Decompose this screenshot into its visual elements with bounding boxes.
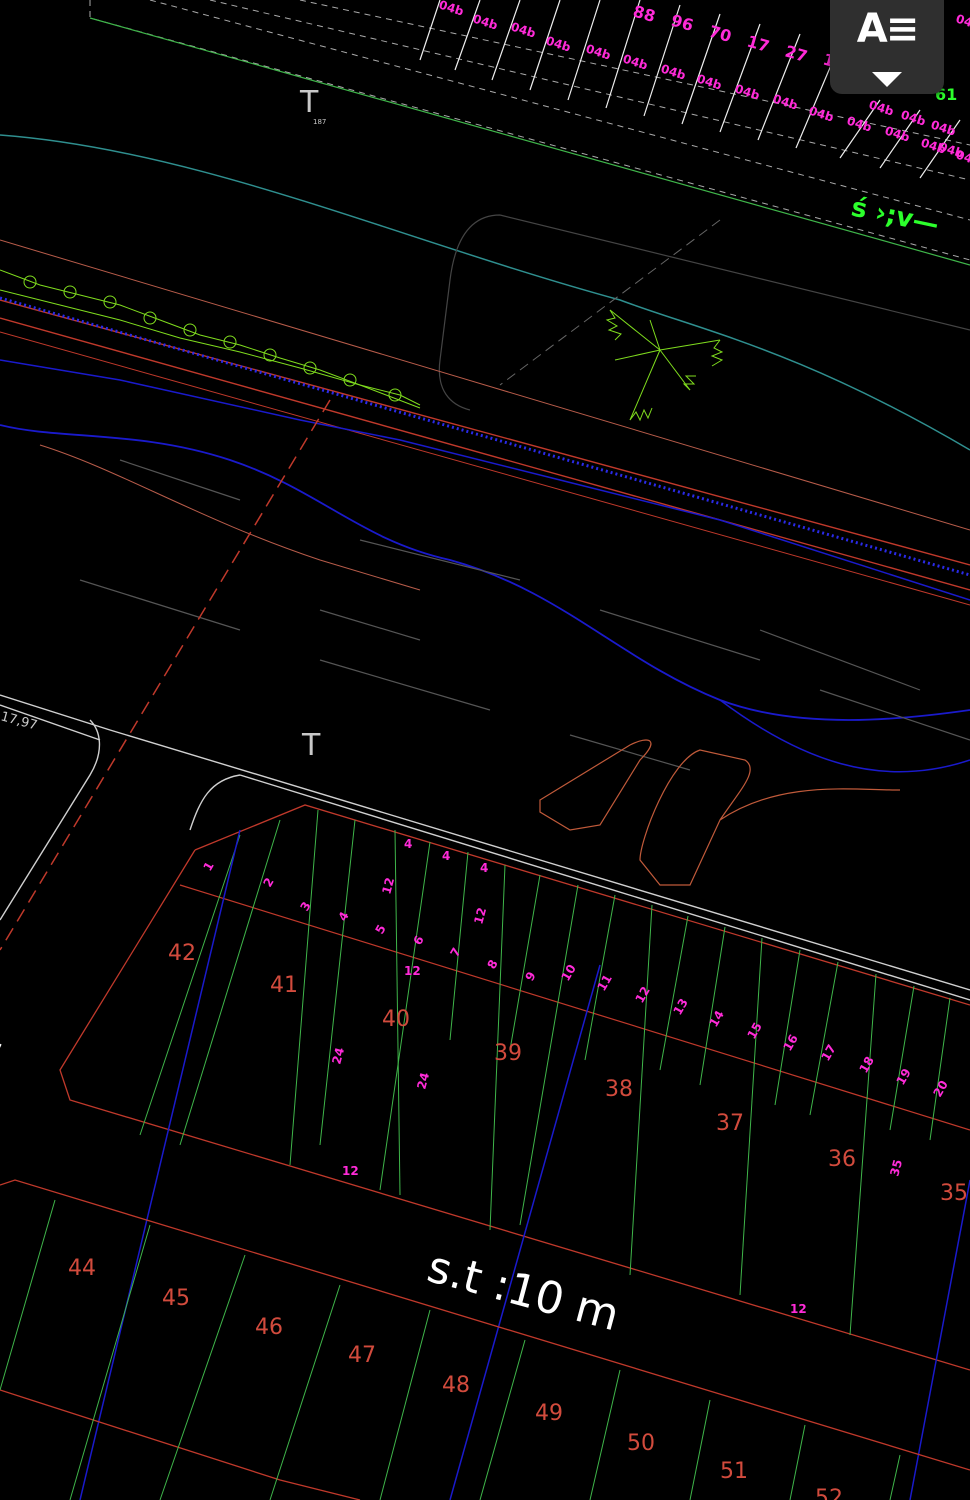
lot-number-label: 51 [720, 1459, 748, 1484]
lot-number-label: 13 [670, 996, 690, 1017]
palm-tree-symbol [605, 309, 724, 422]
cad-drawing-canvas[interactable]: 88 96 70 17 27 1 61 04b 04b 04b 04b 04b … [0, 0, 970, 1500]
dimension-label: 35 [887, 1158, 905, 1178]
dimension-label: 12 [342, 1164, 359, 1178]
pond-outline [539, 739, 901, 886]
small-code-label: 04b [659, 62, 688, 83]
lot-number-label: 18 [856, 1054, 876, 1075]
dimension-label: 12 [379, 876, 397, 896]
dimension-label: 12 [790, 1302, 807, 1316]
lot-number-label: 17 [818, 1042, 838, 1063]
road-width-label: s.t :10 m [422, 1241, 624, 1341]
road-boundary-white [0, 694, 970, 1001]
small-code-label: 04b [929, 118, 958, 139]
lot-number-label: 8 [484, 957, 500, 971]
lot-number-label: 88 [631, 2, 658, 26]
red-dashed-axis [0, 399, 331, 951]
lot-number-label: 49 [535, 1401, 563, 1426]
lot-number-label: 40 [382, 1007, 410, 1032]
lot-number-label: 38 [605, 1077, 633, 1102]
lot-number-label: 50 [627, 1431, 655, 1456]
dimension-label: 4 [442, 849, 450, 863]
small-code-label: 04b [471, 12, 500, 33]
dimension-label: 24 [329, 1046, 347, 1066]
lot-number-label: 52 [815, 1486, 843, 1500]
small-code-label: 04b [733, 82, 762, 103]
grey-dashed-line [499, 219, 721, 386]
small-code-label: 04b [771, 92, 800, 113]
lot-number-label: 44 [68, 1256, 96, 1281]
lot-dividers-row1 [139, 809, 951, 1336]
t-marker-sub: 187 [313, 118, 326, 126]
lot-number-label: 9 [522, 969, 538, 983]
lot-number-label: 37 [716, 1111, 744, 1136]
lot-number-label: 5 [372, 922, 388, 936]
blue-grid-line-3 [909, 1179, 970, 1500]
lot-number-label: 42 [168, 941, 196, 966]
dimension-label: 4 [480, 861, 488, 875]
small-code-label: 04b [695, 72, 724, 93]
lot-number-label: 15 [744, 1020, 764, 1041]
lot-number-label: 1 [200, 859, 216, 873]
lot-number-label: 12 [632, 984, 652, 1005]
small-code-label: 04b [621, 52, 650, 73]
small-code-label: 04b [954, 12, 970, 33]
coordinate-label: 17,97 [0, 709, 39, 733]
blue-contour-main [0, 424, 970, 721]
text-style-toggle-button[interactable]: A≡ [830, 0, 944, 94]
t-marker-lower: T [301, 728, 321, 763]
dimension-label: 12 [404, 964, 421, 978]
small-code-label: 04b [899, 108, 928, 129]
blue-grid-line-1 [79, 829, 241, 1500]
lot-number-label: 35 [940, 1181, 968, 1206]
brown-contour [39, 444, 421, 591]
road-width-label-partial: m [0, 1024, 13, 1084]
lot-number-label: 36 [828, 1147, 856, 1172]
lot-number-label: 7 [447, 945, 463, 959]
lot-number-label: 2 [260, 875, 276, 889]
small-code-label: 04b [437, 0, 466, 19]
dimension-label: 12 [471, 906, 489, 926]
lot-number-label: 70 [707, 22, 734, 46]
small-code-label: 04b [544, 34, 573, 55]
small-code-label: 04b [584, 42, 613, 63]
small-code-label: 04b [867, 98, 896, 119]
small-code-label: 04b [807, 104, 836, 125]
lot-number-label: 47 [348, 1343, 376, 1368]
lot-number-label: 45 [162, 1286, 190, 1311]
lot-number-label: 46 [255, 1315, 283, 1340]
lot-number-label: 20 [930, 1078, 950, 1099]
t-marker: T [299, 85, 319, 120]
cyan-contour [0, 134, 970, 451]
lot-number-label: 41 [270, 973, 298, 998]
lot-number-label: 6 [410, 933, 426, 947]
lot-number-label: 27 [783, 42, 810, 66]
lot-number-label: 3 [297, 899, 313, 913]
triangle-down-icon [872, 72, 902, 87]
grey-rounded-boundary [438, 214, 970, 411]
small-code-label: 04b [883, 124, 912, 145]
lot-number-label: 39 [494, 1041, 522, 1066]
small-code-label: 04b [509, 20, 538, 41]
small-code-label: 04b [845, 114, 874, 135]
row1-lot-numbers: 1 2 3 4 5 6 7 8 9 10 11 12 13 14 15 16 1… [200, 859, 950, 1099]
cad-drawing-viewport[interactable]: 88 96 70 17 27 1 61 04b 04b 04b 04b 04b … [0, 0, 970, 1500]
lot-number-label: 19 [893, 1066, 913, 1087]
grey-annotation-lines [79, 459, 970, 771]
lot-number-label: 96 [669, 11, 696, 35]
blue-grid-line-2 [449, 964, 601, 1500]
dimension-label: 4 [404, 837, 412, 851]
dimension-label: 24 [414, 1071, 432, 1091]
text-style-icon: A≡ [856, 6, 919, 52]
hedge-planting [0, 269, 421, 409]
lot-number-label: 48 [442, 1373, 470, 1398]
lot-number-label: 4 [335, 909, 351, 923]
